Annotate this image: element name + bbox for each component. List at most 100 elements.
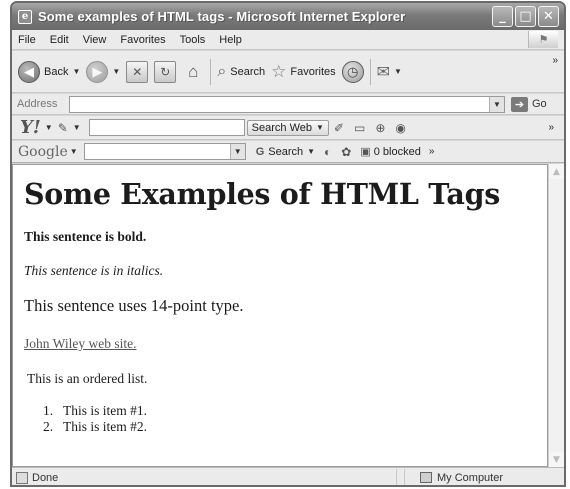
google-dropdown-icon[interactable]: ▼ [70,147,78,156]
status-bar: Done My Computer [12,467,564,485]
menu-favorites[interactable]: Favorites [113,34,172,46]
scroll-down-icon[interactable]: ▼ [549,452,564,467]
back-button[interactable]: ◀ Back ▼ [18,60,80,83]
bookmark-icon[interactable]: ⊕ [375,121,385,135]
standard-toolbar: ◀ Back ▼ ▶ ▼ ✕ ↻ ⌂ ⌕ Search ☆ Favorites … [12,51,564,93]
google-search-input[interactable]: ▼ [83,143,246,160]
minimize-button[interactable]: _ [492,6,513,27]
menu-tools[interactable]: Tools [173,34,213,46]
mail-dropdown-icon[interactable]: ▼ [394,67,402,76]
yahoo-dropdown-icon[interactable]: ▼ [45,123,53,132]
maximize-button[interactable]: □ [515,6,536,27]
zone-text: My Computer [437,471,504,484]
ie-app-icon: e [18,9,32,24]
list-item: 1. This is item #1. [43,403,147,419]
favorites-button[interactable]: ☆ Favorites [271,62,336,82]
google-search-dropdown-icon[interactable]: ▼ [307,147,315,156]
refresh-button[interactable]: ↻ [154,60,177,83]
scroll-up-icon[interactable]: ▲ [549,164,564,179]
home-icon: ⌂ [188,61,199,81]
wiley-link[interactable]: John Wiley web site. [24,336,136,352]
address-label: Address [17,98,58,110]
status-left: Done [16,471,396,484]
ordered-list-intro: This is an ordered list. [27,371,148,386]
shield-icon[interactable]: ◉ [395,121,405,135]
toolbar-separator [369,58,371,85]
google-overflow-icon[interactable]: » [429,146,435,157]
list-item-text: This is item #1. [63,403,147,418]
list-item: 2. This is item #2. [43,419,147,435]
status-text: Done [32,471,59,484]
google-logo[interactable]: Google [18,144,68,160]
toolbar-overflow-icon[interactable]: » [552,55,558,66]
back-dropdown-icon[interactable]: ▼ [72,67,80,76]
yahoo-logo[interactable]: Y! [20,117,41,138]
search-web-dropdown-icon[interactable]: ▼ [316,123,324,132]
pencil-icon[interactable]: ✎ [58,121,68,135]
toolbar-separator [210,58,212,85]
status-cell [404,468,412,485]
security-zone: My Computer [420,472,503,484]
menu-edit[interactable]: Edit [43,34,76,46]
status-cells [396,468,412,485]
forward-dropdown-icon[interactable]: ▼ [112,67,120,76]
google-g-icon: G [255,145,265,158]
list-item-number: 2. [43,419,54,434]
popup-blocked-label: 0 blocked [373,145,421,158]
close-button[interactable]: ✕ [538,6,559,27]
menu-view[interactable]: View [76,34,114,46]
type14-sentence: This sentence uses 14-point type. [24,296,244,315]
search-button[interactable]: ⌕ Search [217,63,265,81]
address-dropdown-icon[interactable]: ▼ [489,96,504,112]
yahoo-overflow-icon[interactable]: » [548,122,554,133]
address-input[interactable]: ▼ [69,95,505,113]
browser-window: e Some examples of HTML tags - Microsoft… [10,1,566,487]
history-button[interactable]: ◷ [341,60,364,83]
highlight-icon[interactable]: ✐ [334,121,344,135]
bold-sentence: This sentence is bold. [24,229,147,244]
google-search-button[interactable]: G Search ▼ [252,145,319,159]
yahoo-toolbar: Y! ▼ ✎ ▼ Search Web ▼ ✐ ▭ ⊕ ◉ » [12,116,564,140]
address-bar: Address ▼ ➔ Go [12,94,564,115]
google-toolbar: Google ▼ ▼ G Search ▼ ◐ ✿ ▣ 0 blocked » [12,141,564,163]
page-icon [16,471,28,484]
italic-sentence: This sentence is in italics. [24,263,164,278]
popup-blocker-button[interactable]: ▣ 0 blocked [356,144,425,159]
mail-icon[interactable]: ▭ [354,121,365,135]
home-button[interactable]: ⌂ [182,61,204,83]
search-label: Search [230,65,266,78]
pencil-dropdown-icon[interactable]: ▼ [73,123,81,132]
search-icon: ⌕ [217,62,227,80]
refresh-icon: ↻ [154,60,177,83]
popup-blocker-icon: ▣ [360,146,371,158]
go-button[interactable]: ➔ Go [511,96,547,112]
ordered-list: 1. This is item #1. 2. This is item #2. [43,403,147,435]
stop-button[interactable]: ✕ [126,60,149,83]
window-controls: _ □ ✕ [492,6,559,27]
menu-bar: File Edit View Favorites Tools Help ⚑ [12,30,564,50]
status-cell [396,468,404,485]
pagerank-icon[interactable]: ✿ [341,145,351,159]
menu-file[interactable]: File [12,34,43,46]
mail-icon: ✉ [376,63,391,81]
go-label: Go [532,98,547,110]
menu-help[interactable]: Help [212,34,249,46]
vertical-scrollbar[interactable]: ▲ ▼ [548,164,564,467]
favorites-label: Favorites [290,65,336,78]
window-title: Some examples of HTML tags - Microsoft I… [38,9,406,24]
google-input-dropdown-icon[interactable]: ▼ [229,144,245,159]
mail-button[interactable]: ✉ ▼ [377,62,402,82]
page-content: Some Examples of HTML Tags This sentence… [12,164,548,467]
back-label: Back [44,65,69,78]
forward-button[interactable]: ▶ ▼ [86,60,120,83]
stop-icon: ✕ [126,60,149,83]
search-web-label: Search Web [251,121,312,134]
star-icon: ☆ [271,61,287,81]
google-search-label: Search [268,145,304,158]
news-icon[interactable]: ◐ [324,145,331,159]
list-item-text: This is item #2. [63,419,147,434]
windows-logo-icon: ⚑ [528,31,558,48]
title-bar[interactable]: e Some examples of HTML tags - Microsoft… [12,3,564,30]
yahoo-search-input[interactable] [88,119,245,136]
search-web-button[interactable]: Search Web ▼ [246,119,329,136]
